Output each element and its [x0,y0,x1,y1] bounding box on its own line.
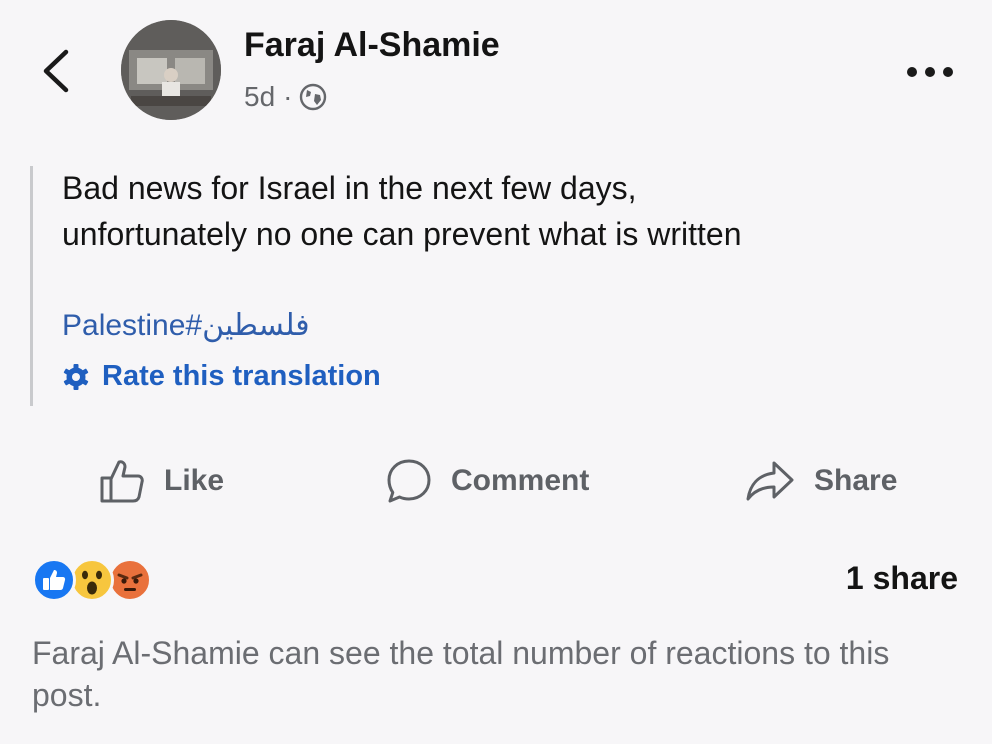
share-arrow-icon [746,461,794,501]
post-text-line-2: unfortunately no one can prevent what is… [62,216,742,252]
comment-label: Comment [451,464,590,497]
action-bar: Like Comment Share [0,446,992,516]
rate-translation-label: Rate this translation [102,360,381,392]
gear-icon [63,363,89,390]
post-body: Bad news for Israel in the next few days… [30,166,930,406]
post-screen: Faraj Al-Shamie 5d · Bad news for Israel… [0,0,992,744]
comment-bubble-icon [387,459,431,503]
more-options-button[interactable] [904,62,956,82]
like-label: Like [164,464,225,497]
thumbs-up-icon [100,460,144,503]
more-dots-icon [907,67,953,77]
rate-translation-link[interactable]: Rate this translation [62,360,381,393]
share-label: Share [814,464,898,497]
chevron-left-icon [43,49,69,93]
post-time[interactable]: 5d [244,81,275,113]
meta-separator: · [283,81,293,112]
hashtag-link[interactable]: Palestine#فلسطين [62,308,310,343]
share-count[interactable]: 1 share [846,560,958,597]
avatar-photo [121,20,221,120]
like-reaction-icon [32,558,76,602]
reaction-summary[interactable] [32,558,162,604]
globe-icon [300,83,327,111]
back-button[interactable] [36,46,76,96]
post-text-line-1: Bad news for Israel in the next few days… [62,170,637,206]
comment-button[interactable]: Comment [385,446,589,516]
avatar[interactable] [121,20,221,120]
reaction-visibility-notice: Faraj Al-Shamie can see the total number… [32,635,890,713]
share-button[interactable]: Share [744,446,897,516]
angry-reaction-icon [108,558,152,602]
wow-reaction-icon [70,558,114,602]
like-button[interactable]: Like [98,446,224,516]
author-name[interactable]: Faraj Al-Shamie [244,26,500,65]
post-meta: 5d · [244,80,328,114]
translation-quote-bar [30,166,33,406]
